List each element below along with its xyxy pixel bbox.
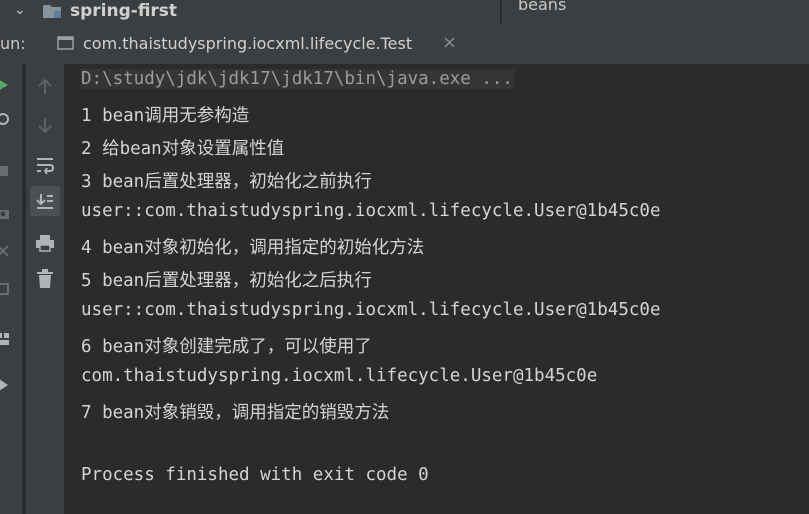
console-output[interactable]: D:\study\jdk\jdk17\jdk17\bin\java.exe ..…	[64, 64, 809, 514]
console-line: 7 bean对象销毁，调用指定的销毁方法	[81, 403, 390, 423]
up-arrow-button[interactable]	[30, 72, 60, 102]
console-line: 2 给bean对象设置属性值	[81, 139, 285, 159]
close-icon[interactable]: ×	[442, 32, 457, 53]
chevron-down-icon[interactable]: ⌄	[14, 2, 26, 18]
print-icon	[36, 235, 54, 252]
scroll-to-end-button[interactable]	[30, 186, 60, 216]
exit-icon[interactable]	[0, 244, 10, 258]
console-window-icon	[57, 36, 74, 50]
panel-divider	[500, 0, 502, 24]
console-line: com.thaistudyspring.iocxml.lifecycle.Use…	[81, 366, 598, 386]
console-line: 3 bean后置处理器，初始化之前执行	[81, 172, 372, 192]
project-bar: ⌄ spring-first beans	[0, 0, 809, 24]
project-name: spring-first	[70, 1, 178, 21]
stop-icon[interactable]	[0, 164, 10, 178]
wrench-icon[interactable]	[0, 112, 10, 126]
run-tool-window-header: un: com.thaistudyspring.iocxml.lifecycle…	[0, 24, 809, 65]
console-line: 5 bean后置处理器，初始化之后执行	[81, 271, 372, 291]
java-command[interactable]: D:\study\jdk\jdk17\jdk17\bin\java.exe ..…	[81, 69, 515, 89]
down-arrow-button[interactable]	[30, 110, 60, 140]
console-line: user::com.thaistudyspring.iocxml.lifecyc…	[81, 300, 661, 320]
console-line: 4 bean对象初始化，调用指定的初始化方法	[81, 238, 425, 258]
clear-all-button[interactable]	[30, 264, 60, 294]
exit-code-message: Process finished with exit code 0	[81, 465, 429, 485]
camera-icon[interactable]	[0, 206, 10, 220]
console-line: 6 bean对象创建完成了，可以使用了	[81, 337, 372, 357]
print-button[interactable]	[30, 228, 60, 258]
editor-tab-beans[interactable]: beans	[518, 0, 566, 14]
console-line: 1 bean调用无参构造	[81, 106, 250, 126]
pin-icon[interactable]	[0, 378, 10, 392]
project-tree-root[interactable]: ⌄ spring-first	[0, 0, 500, 24]
up-arrow-icon	[38, 78, 52, 94]
down-arrow-icon	[38, 118, 52, 134]
console-line: user::com.thaistudyspring.iocxml.lifecyc…	[81, 201, 661, 221]
trash-icon	[37, 269, 53, 288]
folder-icon	[43, 5, 61, 18]
run-icon[interactable]	[0, 78, 10, 92]
restore-layout-icon[interactable]	[0, 282, 10, 296]
console-toolbar	[26, 64, 64, 514]
soft-wrap-button[interactable]	[30, 150, 60, 180]
run-label: un:	[0, 34, 26, 53]
run-config-tab-title: com.thaistudyspring.iocxml.lifecycle.Tes…	[83, 34, 413, 53]
scroll-to-end-icon	[36, 194, 53, 209]
console-command-line: D:\study\jdk\jdk17\jdk17\bin\java.exe ..…	[81, 69, 515, 89]
layout-icon[interactable]	[0, 332, 10, 346]
run-actions-strip	[0, 64, 22, 514]
soft-wrap-icon	[37, 158, 55, 175]
